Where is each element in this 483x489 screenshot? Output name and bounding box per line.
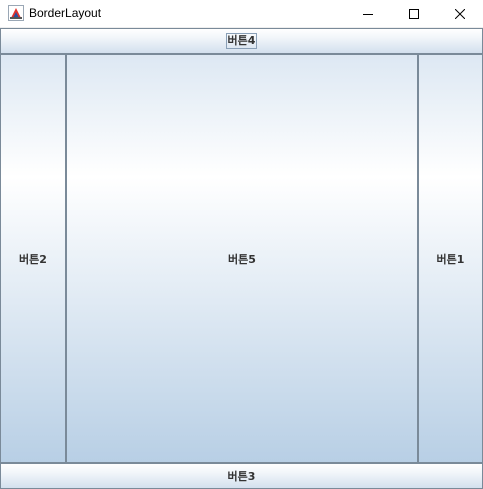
center-button[interactable]: 버튼5 bbox=[66, 54, 418, 463]
title-bar[interactable]: BorderLayout bbox=[0, 0, 483, 27]
java-coffee-cup-icon bbox=[8, 5, 24, 21]
content-pane: 버튼4 버튼2 버튼5 버튼1 버튼3 bbox=[0, 27, 483, 489]
minimize-button[interactable] bbox=[345, 0, 391, 27]
minimize-icon bbox=[363, 9, 373, 19]
maximize-button[interactable] bbox=[391, 0, 437, 27]
center-button-label: 버튼5 bbox=[228, 252, 256, 266]
south-button[interactable]: 버튼3 bbox=[0, 463, 483, 489]
east-button[interactable]: 버튼1 bbox=[418, 54, 483, 463]
app-window: BorderLayout 버튼4 버튼2 버튼5 버튼1 버튼3 bbox=[0, 0, 483, 489]
south-button-label: 버튼3 bbox=[227, 470, 256, 483]
close-icon bbox=[455, 8, 465, 19]
window-title: BorderLayout bbox=[29, 6, 102, 20]
west-button[interactable]: 버튼2 bbox=[0, 54, 66, 463]
close-button[interactable] bbox=[437, 0, 483, 27]
maximize-icon bbox=[409, 8, 419, 19]
north-button-label: 버튼4 bbox=[225, 33, 258, 49]
west-button-label: 버튼2 bbox=[19, 252, 47, 266]
north-button[interactable]: 버튼4 bbox=[0, 28, 483, 54]
east-button-label: 버튼1 bbox=[436, 252, 465, 266]
